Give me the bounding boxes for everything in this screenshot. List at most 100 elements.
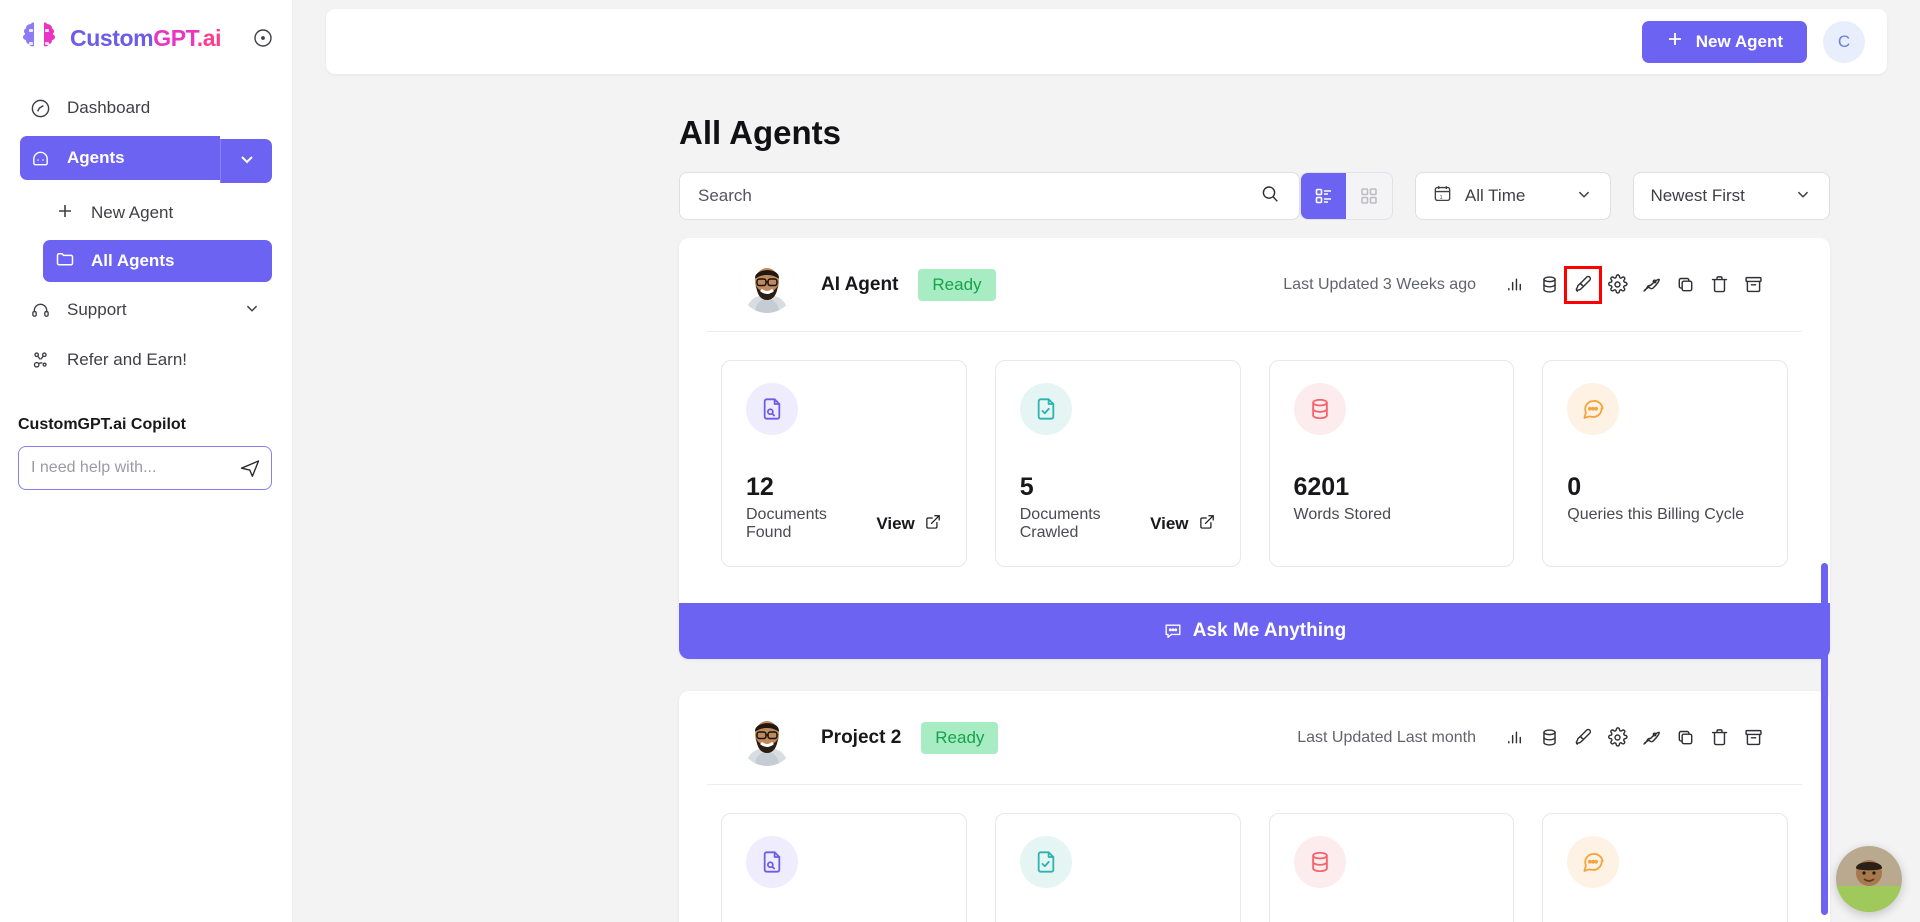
archive-icon[interactable] [1736, 268, 1770, 302]
sort-dropdown[interactable]: Newest First [1633, 172, 1830, 220]
agent-card-actions: Last Updated 3 Weeks ago [1283, 268, 1770, 302]
share-nodes-icon [30, 350, 51, 371]
svg-text:1: 1 [1440, 195, 1443, 201]
last-updated-text: Last Updated 3 Weeks ago [1283, 276, 1476, 294]
agent-card: Project 2ReadyLast Updated Last month278… [679, 691, 1830, 922]
sidebar-item-label: Support [67, 300, 127, 320]
status-badge: Ready [918, 269, 995, 301]
sidebar-item-label: Dashboard [67, 98, 150, 118]
chat-dots-icon [1567, 836, 1619, 888]
sidebar-item-label: Agents [67, 148, 125, 168]
new-agent-button[interactable]: New Agent [1642, 21, 1807, 63]
ask-me-anything-button[interactable]: Ask Me Anything [679, 603, 1830, 659]
headset-icon [30, 300, 51, 321]
stat-footer: Queries this Billing Cycle [1567, 506, 1763, 524]
chat-bubble-icon [1163, 621, 1183, 641]
stat-value: 0 [1567, 473, 1763, 502]
grid-view-icon[interactable] [1346, 173, 1391, 219]
list-view-icon[interactable] [1301, 173, 1346, 219]
agent-card: AI Agent Ready Last Updated 3 Weeks ago 12 D… [679, 238, 1830, 659]
copy-icon[interactable] [1668, 268, 1702, 302]
copy-icon[interactable] [1668, 721, 1702, 755]
user-avatar[interactable]: C [1823, 21, 1865, 63]
send-paper-plane-icon[interactable] [238, 455, 262, 481]
rocket-icon[interactable] [1634, 268, 1668, 302]
support-chat-fab[interactable] [1836, 846, 1902, 912]
archive-icon[interactable] [1736, 721, 1770, 755]
database-icon[interactable] [1532, 721, 1566, 755]
sidebar-sub-item-label: New Agent [91, 203, 173, 223]
sidebar-item-dashboard[interactable]: Dashboard [20, 86, 272, 130]
plus-icon [1666, 30, 1684, 53]
stat-card: 12 Documents FoundView [721, 360, 967, 567]
stat-value: 12 [746, 473, 942, 502]
sidebar-agents-collapse-toggle[interactable] [220, 139, 272, 183]
sidebar-item-support[interactable]: Support [20, 288, 272, 332]
top-bar: New Agent C [326, 9, 1887, 74]
trash-icon[interactable] [1702, 268, 1736, 302]
rocket-icon[interactable] [1634, 721, 1668, 755]
brand-row: CustomGPT.ai [0, 0, 292, 76]
stat-card: 674223Words Stored [1269, 813, 1515, 922]
agents-icon [30, 148, 51, 169]
agent-stats-row: 12Documents FoundView5Documents CrawledV… [689, 332, 1820, 603]
collapse-sidebar-icon[interactable] [252, 27, 274, 49]
analytics-bar-chart-icon[interactable] [1498, 268, 1532, 302]
stat-view-link[interactable]: View [876, 513, 941, 536]
app-root: CustomGPT.ai Dashboard [0, 0, 1920, 922]
chevron-down-icon [1767, 184, 1813, 209]
sidebar-item-all-agents[interactable]: All Agents [43, 240, 272, 282]
stat-card: 6201Words Stored [1269, 360, 1515, 567]
sidebar-item-new-agent[interactable]: New Agent [43, 192, 272, 234]
stat-view-link[interactable]: View [1150, 513, 1215, 536]
main-content: New Agent C All Agents [293, 0, 1920, 922]
copilot-input[interactable] [31, 459, 238, 477]
chevron-down-icon [236, 148, 258, 175]
stat-card: 5Documents CrawledView [995, 360, 1241, 567]
page-title: All Agents [679, 114, 841, 152]
trash-icon[interactable] [1702, 721, 1736, 755]
search-input[interactable] [698, 186, 1259, 206]
external-link-icon [1198, 513, 1216, 536]
document-check-icon [1020, 836, 1072, 888]
paintbrush-icon[interactable] [1566, 721, 1600, 755]
chevron-down-icon [1548, 184, 1594, 209]
agent-card-header: AI Agent Ready Last Updated 3 Weeks ago [707, 238, 1802, 332]
folder-icon [55, 249, 75, 274]
document-check-icon [1020, 383, 1072, 435]
copilot-input-wrap[interactable] [18, 446, 272, 490]
database-icon [1294, 836, 1346, 888]
search-icon[interactable] [1259, 183, 1281, 210]
brand-part-3: .ai [197, 25, 221, 51]
new-agent-label: New Agent [1696, 32, 1783, 52]
agent-name: AI Agent [821, 274, 898, 296]
paintbrush-icon[interactable] [1566, 268, 1600, 302]
brain-logo-icon [18, 18, 60, 58]
time-filter-dropdown[interactable]: 1 All Time [1415, 172, 1612, 220]
analytics-bar-chart-icon[interactable] [1498, 721, 1532, 755]
sidebar-item-refer-and-earn[interactable]: Refer and Earn! [20, 338, 272, 382]
stat-footer: Words Stored [1294, 506, 1490, 524]
agent-name: Project 2 [821, 727, 901, 749]
chevron-down-icon[interactable] [242, 298, 262, 323]
sidebar-item-agents-row: Agents [20, 136, 272, 186]
agents-list: AI Agent Ready Last Updated 3 Weeks ago 12 D… [293, 238, 1920, 922]
agent-avatar [739, 257, 795, 313]
stat-card: 258Documents CrawledView [995, 813, 1241, 922]
database-icon [1294, 383, 1346, 435]
search-box[interactable] [679, 172, 1300, 220]
agent-avatar [739, 710, 795, 766]
agent-card-header: Project 2ReadyLast Updated Last month [707, 691, 1802, 785]
vertical-scrollbar[interactable] [1821, 563, 1828, 915]
stat-card: 0Queries this Billing Cycle [1542, 813, 1788, 922]
gear-icon[interactable] [1600, 268, 1634, 302]
agent-stats-row: 278Documents FoundView258Documents Crawl… [689, 785, 1820, 922]
plus-icon [55, 201, 75, 226]
brand-part-2: GPT [153, 25, 197, 51]
database-icon[interactable] [1532, 268, 1566, 302]
stat-footer: Documents FoundView [746, 506, 942, 542]
brand-part-1: Custom [70, 25, 153, 51]
stat-label: Documents Found [746, 506, 876, 542]
gear-icon[interactable] [1600, 721, 1634, 755]
sidebar-item-agents[interactable]: Agents [20, 136, 220, 180]
